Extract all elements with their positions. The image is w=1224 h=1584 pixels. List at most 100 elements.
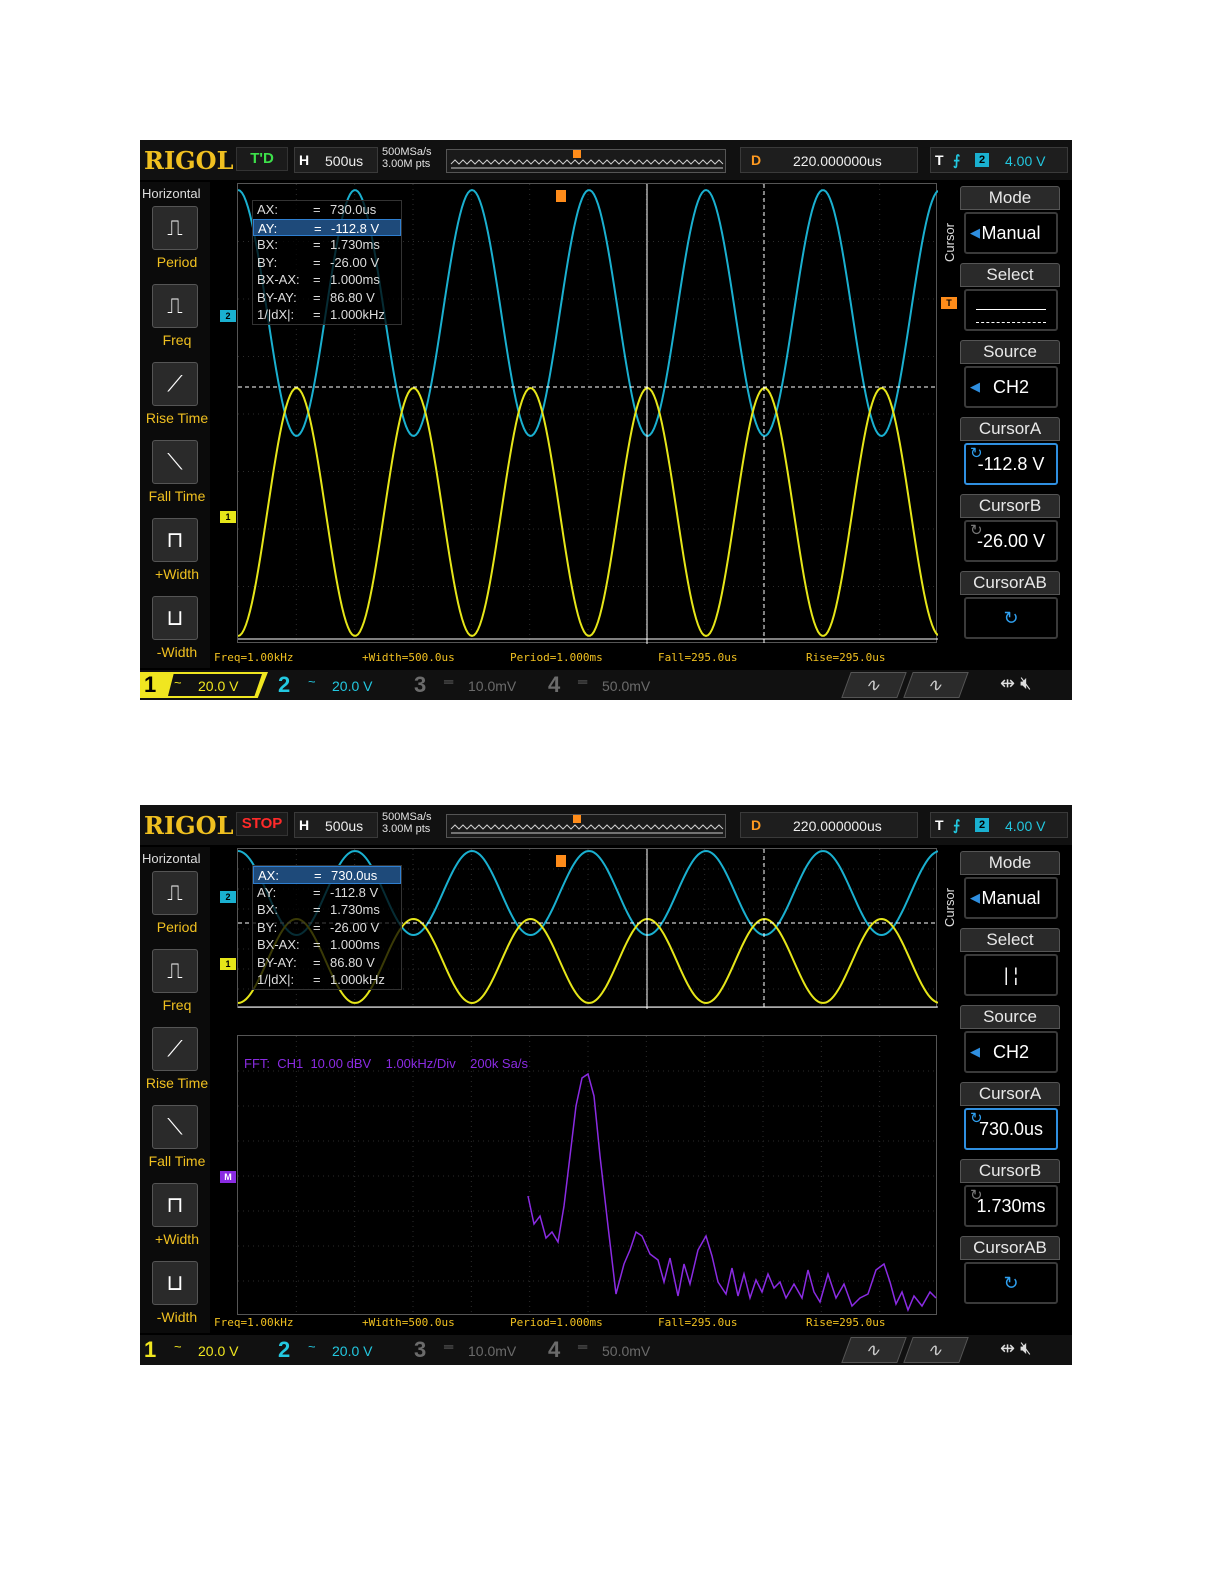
cursor-mode-item[interactable]: Mode ◀ Manual	[960, 186, 1060, 260]
cursor-select-value[interactable]	[964, 289, 1058, 331]
cursor-row-bx: BX: = 1.730ms	[257, 902, 380, 917]
cursor-ab-item[interactable]: CursorAB ↻	[960, 571, 1060, 645]
measure-neg-width[interactable]: ⊔ -Width	[140, 596, 210, 674]
ch2-offset-marker[interactable]: 2	[220, 310, 236, 322]
generator-1-sine-icon[interactable]: ∿	[841, 672, 907, 698]
generator-2-sine-icon[interactable]: ∿	[903, 672, 969, 698]
cursor-select-item[interactable]: Select	[960, 263, 1060, 337]
ch2-setting[interactable]: 2 ~ 20.0 V	[274, 672, 402, 698]
channel-bar: 1 ~ 20.0 V 2 ~ 20.0 V 3 ═ 10.0mV 4 ═ 50.…	[140, 1335, 1072, 1365]
trigger-box[interactable]: T ⨍ 2 4.00 V	[930, 147, 1068, 173]
rise-time-icon[interactable]: ⟋	[152, 362, 198, 406]
measure-pos-width[interactable]: ⊓ +Width	[140, 518, 210, 596]
ch1-setting[interactable]: 1 ~ 20.0 V	[140, 1337, 268, 1363]
cursor-mode-value[interactable]: ◀ Manual	[964, 877, 1058, 919]
cursor-b-item[interactable]: CursorB ↻ 1.730ms	[960, 1159, 1060, 1233]
measure-menu-title: Horizontal	[142, 186, 201, 201]
pos-width-icon[interactable]: ⊓	[152, 1183, 198, 1227]
knob-icon: ↻	[1003, 608, 1019, 628]
math-offset-marker[interactable]: M	[220, 1171, 236, 1183]
run-state-badge[interactable]: T'D	[236, 147, 288, 171]
ch1-offset-marker[interactable]: 1	[220, 958, 236, 970]
period-icon[interactable]: ⎍	[152, 206, 198, 250]
run-state-badge[interactable]: STOP	[236, 812, 288, 836]
cursor-ab-value[interactable]: ↻	[964, 597, 1058, 639]
trigger-position-marker	[556, 190, 566, 202]
cursor-a-value[interactable]: ↻ 730.0us	[964, 1108, 1058, 1150]
measure-neg-width[interactable]: ⊔ -Width	[140, 1261, 210, 1339]
measure-label: +Width	[155, 566, 199, 582]
ch4-setting[interactable]: 4 ═ 50.0mV	[544, 672, 672, 698]
cursor-source-value[interactable]: ◀ CH2	[964, 366, 1058, 408]
fft-plot	[238, 1036, 938, 1316]
sample-rate: 500MSa/s	[382, 146, 432, 158]
neg-width-icon[interactable]: ⊔	[152, 596, 198, 640]
memory-overview-strip[interactable]	[446, 814, 726, 838]
generator-1-sine-icon[interactable]: ∿	[841, 1337, 907, 1363]
ch1-number: 1	[144, 1337, 157, 1362]
ch3-scale: 10.0mV	[468, 1343, 517, 1359]
ch1-offset-marker[interactable]: 1	[220, 511, 236, 523]
measure-period[interactable]: ⎍ Period	[140, 206, 210, 284]
fall-time-icon[interactable]: ⟍	[152, 440, 198, 484]
delay-box[interactable]: D 220.000000us	[740, 147, 918, 173]
cursor-ab-value[interactable]: ↻	[964, 1262, 1058, 1304]
ch4-setting[interactable]: 4 ═ 50.0mV	[544, 1337, 672, 1363]
cursor-b-value[interactable]: ↻ 1.730ms	[964, 1185, 1058, 1227]
measure-fall-time[interactable]: ⟍ Fall Time	[140, 440, 210, 518]
ch2-scale: 20.0 V	[332, 1343, 373, 1359]
ch3-setting[interactable]: 3 ═ 10.0mV	[410, 1337, 538, 1363]
measure-rise-time[interactable]: ⟋ Rise Time	[140, 362, 210, 440]
neg-width-icon[interactable]: ⊔	[152, 1261, 198, 1305]
mute-speaker-icon[interactable]: 🔇︎	[1020, 673, 1031, 693]
ch3-setting[interactable]: 3 ═ 10.0mV	[410, 672, 538, 698]
cursor-source-item[interactable]: Source ◀ CH2	[960, 1005, 1060, 1079]
top-status-bar: RIGOL STOP H 500us 500MSa/s 3.00M pts D …	[140, 805, 1072, 845]
cursor-source-item[interactable]: Source ◀ CH2	[960, 340, 1060, 414]
measure-period[interactable]: ⎍ Period	[140, 871, 210, 949]
measure-fall-time[interactable]: ⟍ Fall Time	[140, 1105, 210, 1183]
cursor-source-value[interactable]: ◀ CH2	[964, 1031, 1058, 1073]
cursor-select-value[interactable]: | ¦	[964, 954, 1058, 996]
horizontal-timebase[interactable]: H 500us	[294, 812, 378, 838]
cursor-a-value[interactable]: ↻ -112.8 V	[964, 443, 1058, 485]
measurement-period: Period=1.000ms	[510, 1316, 603, 1329]
memory-overview-strip[interactable]	[446, 149, 726, 173]
ch1-setting[interactable]: 1 ~ 20.0 V	[140, 672, 268, 698]
pos-width-icon[interactable]: ⊓	[152, 518, 198, 562]
cursor-select-item[interactable]: Select | ¦	[960, 928, 1060, 1002]
measure-label: Rise Time	[145, 1075, 209, 1091]
generator-2-sine-icon[interactable]: ∿	[903, 1337, 969, 1363]
measure-freq[interactable]: ⎍ Freq	[140, 949, 210, 1027]
horizontal-timebase[interactable]: H 500us	[294, 147, 378, 173]
fft-display[interactable]: FFT: CH1 10.00 dBV 1.00kHz/Div 200k Sa/s	[237, 1035, 938, 1316]
cursor-ab-item[interactable]: CursorAB ↻	[960, 1236, 1060, 1310]
horizontal-cursor-dashed-icon	[976, 322, 1046, 323]
cursor-a-item[interactable]: CursorA ↻ -112.8 V	[960, 417, 1060, 491]
measure-freq[interactable]: ⎍ Freq	[140, 284, 210, 362]
cursor-mode-value[interactable]: ◀ Manual	[964, 212, 1058, 254]
cursor-b-item[interactable]: CursorB ↻ -26.00 V	[960, 494, 1060, 568]
fall-time-icon[interactable]: ⟍	[152, 1105, 198, 1149]
ch4-number: 4	[548, 672, 561, 697]
mute-speaker-icon[interactable]: 🔇︎	[1020, 1338, 1031, 1358]
rise-time-icon[interactable]: ⟋	[152, 1027, 198, 1071]
ch1-number: 1	[144, 672, 157, 697]
cursor-mode-item[interactable]: Mode ◀ Manual	[960, 851, 1060, 925]
measure-rise-time[interactable]: ⟋ Rise Time	[140, 1027, 210, 1105]
cursor-menu-title: Cursor	[942, 222, 957, 262]
trigger-box[interactable]: T ⨍ 2 4.00 V	[930, 812, 1068, 838]
period-icon[interactable]: ⎍	[152, 871, 198, 915]
cursor-a-item[interactable]: CursorA ↻ 730.0us	[960, 1082, 1060, 1156]
measurement-bar: Freq=1.00kHz +Width=500.0us Period=1.000…	[214, 651, 934, 667]
delay-box[interactable]: D 220.000000us	[740, 812, 918, 838]
cursor-b-value[interactable]: ↻ -26.00 V	[964, 520, 1058, 562]
freq-icon[interactable]: ⎍	[152, 949, 198, 993]
ch2-setting[interactable]: 2 ~ 20.0 V	[274, 1337, 402, 1363]
ch2-offset-marker[interactable]: 2	[220, 891, 236, 903]
measure-pos-width[interactable]: ⊓ +Width	[140, 1183, 210, 1261]
trigger-position-marker	[556, 855, 566, 867]
measure-label: Fall Time	[148, 488, 206, 504]
freq-icon[interactable]: ⎍	[152, 284, 198, 328]
measure-label: Period	[156, 919, 198, 935]
